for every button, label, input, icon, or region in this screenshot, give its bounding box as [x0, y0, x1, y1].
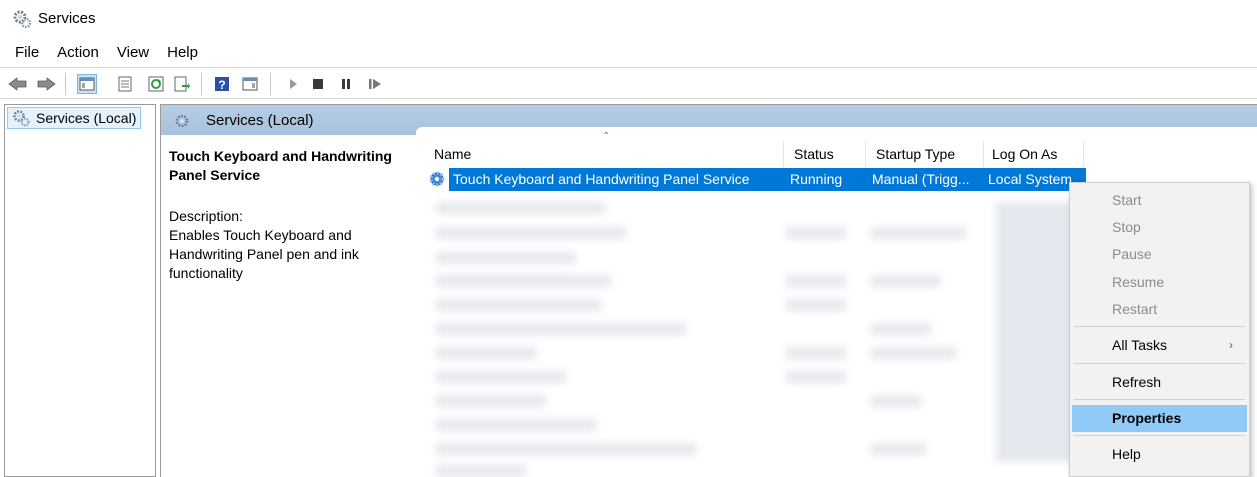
show-action-pane-icon[interactable]: [240, 74, 260, 94]
context-menu-help[interactable]: Help: [1072, 441, 1247, 468]
cell-name: Touch Keyboard and Handwriting Panel Ser…: [449, 168, 786, 191]
start-service-icon[interactable]: [283, 74, 303, 94]
pause-service-icon[interactable]: [336, 74, 356, 94]
blurred-row: [871, 395, 921, 407]
show-hide-console-tree-icon[interactable]: [77, 74, 97, 94]
context-menu-restart[interactable]: Restart: [1072, 296, 1247, 323]
context-menu-all-tasks-label: All Tasks: [1112, 337, 1167, 353]
column-header-log-on-as[interactable]: Log On As: [984, 141, 1084, 167]
export-list-icon[interactable]: [172, 74, 192, 94]
blurred-row: [436, 227, 626, 239]
blurred-row: [436, 395, 546, 407]
blurred-row: [436, 371, 566, 383]
blurred-row: [871, 443, 926, 455]
help-icon[interactable]: ?: [212, 74, 232, 94]
pane-header-title: Services (Local): [206, 112, 314, 129]
cell-startup-type: Manual (Trigg...: [868, 168, 984, 191]
services-gear-icon: [13, 110, 30, 127]
context-menu-stop[interactable]: Stop: [1072, 214, 1247, 241]
context-menu: Start Stop Pause Resume Restart All Task…: [1069, 182, 1250, 477]
context-menu-separator: [1074, 399, 1245, 400]
blurred-row: [436, 252, 576, 264]
blurred-row: [786, 275, 846, 287]
cell-status: Running: [786, 168, 868, 191]
column-header-startup-type[interactable]: Startup Type: [868, 141, 984, 167]
blurred-row: [871, 347, 956, 359]
blurred-row: [871, 275, 941, 287]
window-title: Services: [38, 10, 96, 27]
tree-item-services-local[interactable]: Services (Local): [7, 107, 142, 129]
back-arrow-icon[interactable]: [8, 74, 28, 94]
blurred-row: [436, 299, 601, 311]
blurred-row: [786, 371, 846, 383]
column-header-status[interactable]: Status: [786, 141, 866, 167]
menu-view[interactable]: View: [109, 42, 157, 66]
blurred-row: [436, 465, 526, 477]
menu-help[interactable]: Help: [159, 42, 206, 66]
context-menu-refresh[interactable]: Refresh: [1072, 369, 1247, 396]
services-gear-icon: [13, 10, 32, 29]
blurred-row: [786, 347, 846, 359]
column-header-name[interactable]: Name: [426, 141, 784, 167]
properties-sheet-icon[interactable]: [115, 74, 135, 94]
svg-text:?: ?: [218, 78, 225, 92]
context-menu-separator: [1074, 435, 1245, 436]
context-menu-separator: [1074, 363, 1245, 364]
table-row-selected[interactable]: Touch Keyboard and Handwriting Panel Ser…: [416, 168, 1086, 191]
tree-item-label: Services (Local): [36, 110, 137, 126]
blurred-row: [436, 419, 596, 431]
toolbar: ?: [0, 67, 1257, 99]
blurred-row: [436, 443, 696, 455]
forward-arrow-icon[interactable]: [36, 74, 56, 94]
blurred-column: [996, 202, 1076, 462]
description-text: Enables Touch Keyboard and Handwriting P…: [169, 227, 359, 281]
context-menu-all-tasks[interactable]: All Tasks ›: [1072, 332, 1247, 359]
menu-action[interactable]: Action: [49, 42, 107, 66]
console-tree: Services (Local): [4, 104, 156, 477]
blurred-row: [436, 323, 686, 335]
menu-bar: File Action View Help: [0, 42, 208, 66]
restart-service-icon[interactable]: [365, 74, 385, 94]
services-gear-icon: [175, 114, 189, 128]
selected-service-title: Touch Keyboard and Handwriting Panel Ser…: [169, 148, 392, 183]
toolbar-separator: [65, 73, 66, 95]
description-label: Description:: [169, 208, 243, 224]
context-menu-start[interactable]: Start: [1072, 187, 1247, 214]
stop-service-icon[interactable]: [308, 74, 328, 94]
blurred-row: [436, 275, 611, 287]
blurred-row: [786, 227, 846, 239]
toolbar-separator: [270, 73, 271, 95]
context-menu-resume[interactable]: Resume: [1072, 269, 1247, 296]
blurred-row: [436, 347, 536, 359]
blurred-row: [871, 323, 931, 335]
blurred-row: [786, 299, 846, 311]
service-description-panel: Touch Keyboard and Handwriting Panel Ser…: [169, 147, 417, 283]
blurred-row: [436, 202, 606, 214]
service-gear-icon: [429, 171, 445, 187]
blurred-row: [871, 227, 966, 239]
menu-file[interactable]: File: [0, 42, 47, 66]
submenu-arrow-icon: ›: [1229, 338, 1233, 352]
context-menu-pause[interactable]: Pause: [1072, 241, 1247, 268]
title-bar: Services: [0, 0, 1257, 38]
context-menu-separator: [1074, 326, 1245, 327]
context-menu-properties[interactable]: Properties: [1072, 405, 1247, 432]
toolbar-separator: [201, 73, 202, 95]
refresh-icon[interactable]: [146, 74, 166, 94]
